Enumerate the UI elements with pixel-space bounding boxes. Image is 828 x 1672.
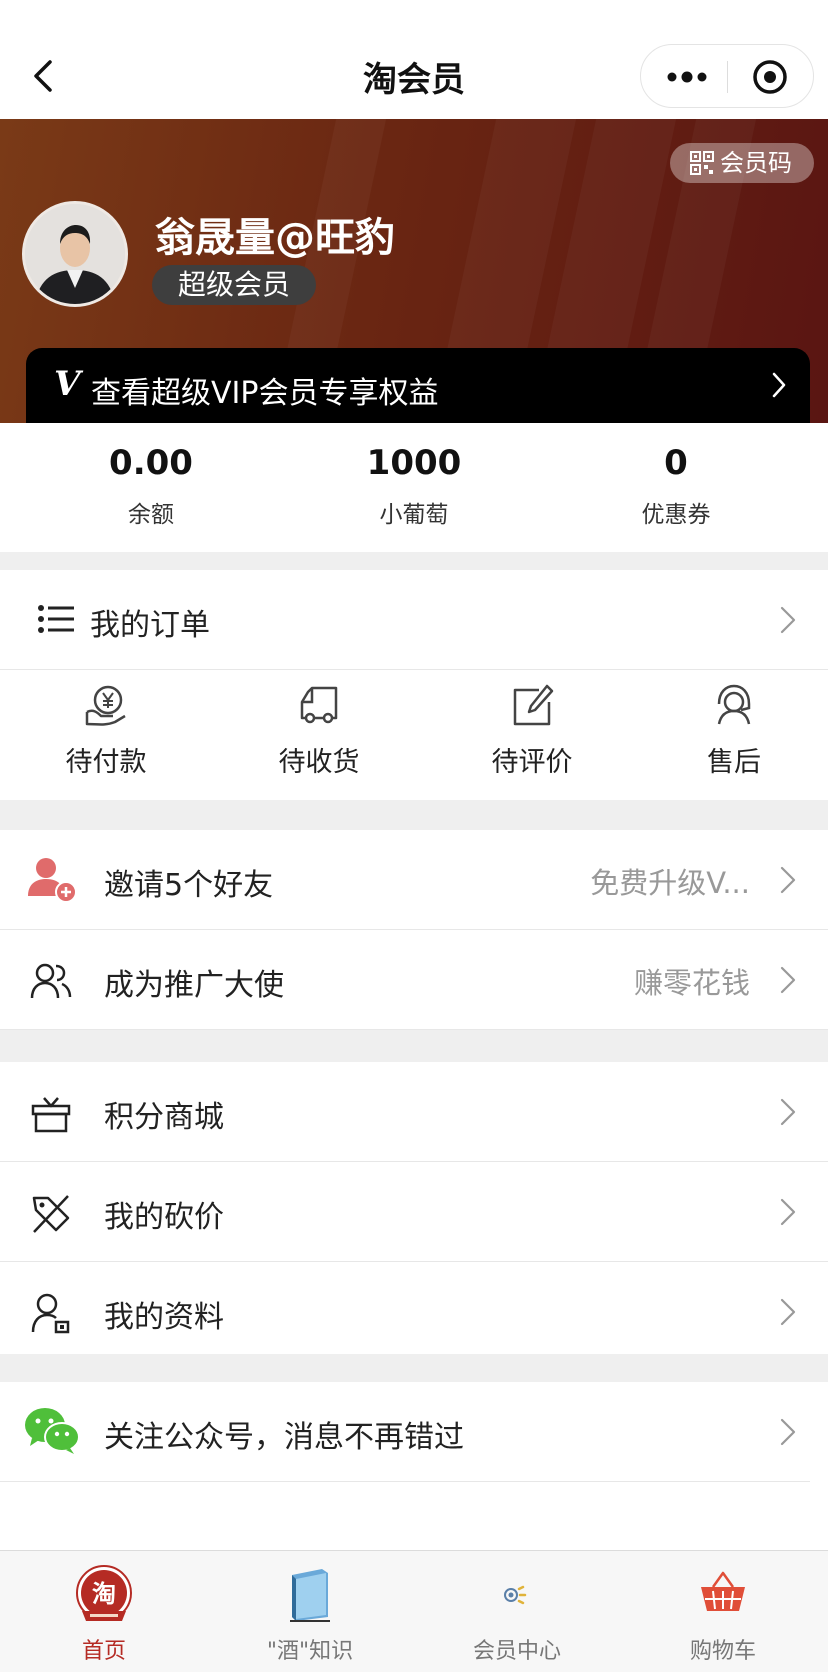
- users-icon: [30, 963, 72, 999]
- member-code-button[interactable]: 会员码: [670, 143, 814, 183]
- book-icon: [290, 1569, 330, 1622]
- svg-text:淘: 淘: [92, 1580, 116, 1608]
- capsule-divider: [727, 61, 728, 93]
- shopping-cart-icon: [701, 1571, 745, 1611]
- promoter-row[interactable]: 成为推广大使 赚零花钱: [0, 930, 828, 1030]
- gift-icon: [31, 1097, 71, 1133]
- chevron-right-icon: [772, 372, 786, 398]
- chevron-right-icon: [780, 1298, 796, 1326]
- tab-label: 购物车: [689, 1639, 756, 1664]
- bargain-label: 我的砍价: [104, 1200, 224, 1235]
- close-target-icon[interactable]: [751, 58, 789, 96]
- member-level-badge: 超级会员: [152, 265, 317, 305]
- order-item-label: 售后: [707, 747, 761, 778]
- more-icon[interactable]: [665, 65, 709, 89]
- order-after-sales[interactable]: 售后: [654, 682, 814, 779]
- bargain-row[interactable]: 我的砍价: [0, 1162, 828, 1262]
- tab-shopping-cart[interactable]: 购物车: [633, 1565, 813, 1665]
- divider: [0, 1029, 828, 1030]
- coupon-value: 0: [664, 443, 688, 483]
- member-header-banner: 会员码 翁晟量@旺豹 超级会员 V 查看超级VIP会员专享权益: [0, 119, 828, 423]
- list-icon: [38, 605, 74, 633]
- chevron-right-icon: [780, 1418, 796, 1446]
- points-stat[interactable]: 1000 小葡萄: [314, 441, 514, 529]
- customer-service-icon: [717, 684, 751, 725]
- member-center-icon: [504, 1585, 527, 1605]
- follow-official-account-row[interactable]: 关注公众号，消息不再错过: [0, 1382, 828, 1482]
- price-tag-icon: [32, 1195, 70, 1233]
- points-mall-row[interactable]: 积分商城: [0, 1062, 828, 1162]
- mini-program-capsule: [640, 44, 814, 108]
- top-nav-bar: 淘会员: [0, 0, 828, 119]
- chevron-right-icon: [780, 1098, 796, 1126]
- wechat-section: 关注公众号，消息不再错过: [0, 1382, 828, 1550]
- tab-home[interactable]: 淘 首页: [14, 1565, 194, 1665]
- yen-payment-icon: [85, 685, 126, 726]
- menu-section: 积分商城 我的砍价 我的资料: [0, 1062, 828, 1354]
- invite-friends-row[interactable]: 邀请5个好友 免费升级V...: [0, 830, 828, 930]
- points-mall-label: 积分商城: [104, 1100, 224, 1135]
- promo-section: 邀请5个好友 免费升级V... 成为推广大使 赚零花钱: [0, 830, 828, 1030]
- delivery-truck-icon: [300, 686, 338, 724]
- account-stats: 0.00 余额 1000 小葡萄 0 优惠券: [0, 423, 828, 552]
- order-item-label: 待收货: [278, 747, 360, 778]
- bottom-tab-bar: 淘 首页 "酒"知识 会员中心 购物车: [0, 1550, 828, 1672]
- member-code-label: 会员码: [720, 149, 792, 177]
- my-orders-label: 我的订单: [90, 608, 210, 643]
- order-pending-payment[interactable]: 待付款: [26, 682, 186, 779]
- chevron-right-icon: [780, 1198, 796, 1226]
- balance-value: 0.00: [109, 443, 193, 483]
- divider: [0, 669, 828, 670]
- edit-review-icon: [513, 684, 554, 726]
- chevron-right-icon: [780, 966, 796, 994]
- user-photo-icon: [25, 204, 125, 304]
- wechat-icon: [25, 1408, 80, 1454]
- vip-v-icon: V: [54, 364, 81, 404]
- invite-friends-label: 邀请5个好友: [104, 868, 274, 903]
- balance-label: 余额: [128, 502, 174, 528]
- coupon-stat[interactable]: 0 优惠券: [576, 441, 776, 529]
- profile-icon: [31, 1293, 70, 1334]
- orders-section: 我的订单 待付款 待收货 待评价 售后: [0, 570, 828, 800]
- follow-official-account-label: 关注公众号，消息不再错过: [104, 1420, 464, 1455]
- balance-stat[interactable]: 0.00 余额: [51, 441, 251, 529]
- tab-member-center[interactable]: 会员中心: [427, 1565, 607, 1665]
- promoter-label: 成为推广大使: [104, 968, 284, 1003]
- order-pending-review[interactable]: 待评价: [452, 682, 612, 779]
- order-pending-delivery[interactable]: 待收货: [239, 682, 399, 779]
- promoter-hint: 赚零花钱: [633, 966, 750, 1000]
- tab-label: 会员中心: [472, 1639, 561, 1664]
- my-profile-label: 我的资料: [104, 1300, 224, 1335]
- username: 翁晟量@旺豹: [155, 215, 395, 261]
- order-item-label: 待付款: [65, 747, 147, 778]
- chevron-right-icon: [780, 606, 796, 634]
- tab-label: "酒"知识: [266, 1639, 354, 1664]
- my-profile-row[interactable]: 我的资料: [0, 1262, 828, 1362]
- chevron-right-icon: [780, 866, 796, 894]
- tab-label: 首页: [81, 1639, 126, 1664]
- points-value: 1000: [366, 443, 462, 483]
- divider: [0, 1481, 810, 1482]
- vip-benefits-bar[interactable]: V 查看超级VIP会员专享权益: [26, 348, 810, 423]
- home-logo-icon: 淘: [76, 1565, 132, 1621]
- my-orders-row[interactable]: 我的订单: [0, 570, 828, 670]
- tab-wine-knowledge[interactable]: "酒"知识: [220, 1565, 400, 1665]
- points-label: 小葡萄: [379, 502, 449, 528]
- avatar[interactable]: [22, 201, 128, 307]
- qr-code-icon: [690, 151, 714, 175]
- invite-friends-hint: 免费升级V...: [590, 866, 750, 900]
- vip-benefits-label: 查看超级VIP会员专享权益: [91, 376, 439, 411]
- add-friend-icon: [28, 858, 77, 903]
- coupon-label: 优惠券: [641, 502, 711, 528]
- order-item-label: 待评价: [491, 747, 573, 778]
